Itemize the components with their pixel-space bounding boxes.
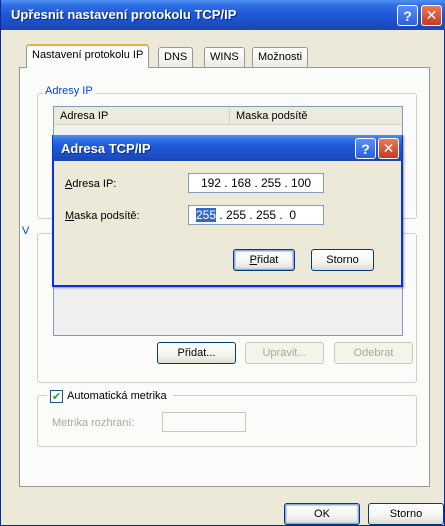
edit-gateway-button[interactable]: Upravit... — [245, 342, 324, 364]
tab-wins[interactable]: WINS — [204, 47, 245, 67]
subnet-mask-label: Maska podsítě: — [65, 210, 140, 222]
ok-button[interactable]: OK — [284, 503, 360, 525]
subnet-mask-selected-octet: 255 — [196, 208, 217, 222]
dialog-add-button[interactable]: Přidat — [233, 249, 295, 271]
ip-address-input[interactable]: 192 . 168 . 255 . 100 — [188, 173, 324, 193]
gateway-legend: V — [20, 225, 32, 237]
automatic-metric-checkbox[interactable]: ✔ — [50, 390, 63, 403]
tab-dns[interactable]: DNS — [158, 47, 194, 67]
column-subnet-mask[interactable]: Maska podsítě — [230, 107, 402, 125]
cancel-button[interactable]: Storno — [368, 503, 444, 525]
dialog-title: Adresa TCP/IP — [61, 141, 151, 156]
window-title: Upřesnit nastavení protokolu TCP/IP — [11, 7, 237, 22]
remove-gateway-button[interactable]: Odebrat — [334, 342, 413, 364]
interface-metric-input[interactable] — [162, 412, 246, 432]
dialog-close-icon[interactable]: ✕ — [378, 138, 399, 159]
dialog-help-icon[interactable]: ? — [355, 138, 376, 159]
window-titlebar[interactable]: Upřesnit nastavení protokolu TCP/IP ? ✕ — [1, 0, 445, 30]
help-icon[interactable]: ? — [397, 5, 418, 26]
dialog-titlebar[interactable]: Adresa TCP/IP ? ✕ — [53, 135, 402, 161]
ip-address-label: Adresa IP: — [65, 178, 117, 190]
tab-ip-settings[interactable]: Nastavení protokolu IP — [26, 44, 150, 68]
tcpip-address-dialog: Adresa TCP/IP ? ✕ Adresa IP: 192 . 168 .… — [52, 135, 403, 287]
interface-metric-label: Metrika rozhraní: — [52, 417, 135, 429]
automatic-metric-label[interactable]: Automatická metrika — [67, 390, 167, 402]
ip-addresses-legend: Adresy IP — [43, 85, 95, 97]
subnet-mask-remaining: . 255 . 255 . 0 — [216, 208, 297, 222]
dialog-cancel-button[interactable]: Storno — [311, 249, 374, 271]
add-gateway-button[interactable]: Přidat... — [157, 342, 236, 364]
tab-options[interactable]: Možnosti — [252, 47, 309, 67]
column-ip-address[interactable]: Adresa IP — [54, 107, 230, 125]
close-icon[interactable]: ✕ — [421, 5, 442, 26]
subnet-mask-input[interactable]: 255 . 255 . 255 . 0 — [188, 205, 324, 225]
